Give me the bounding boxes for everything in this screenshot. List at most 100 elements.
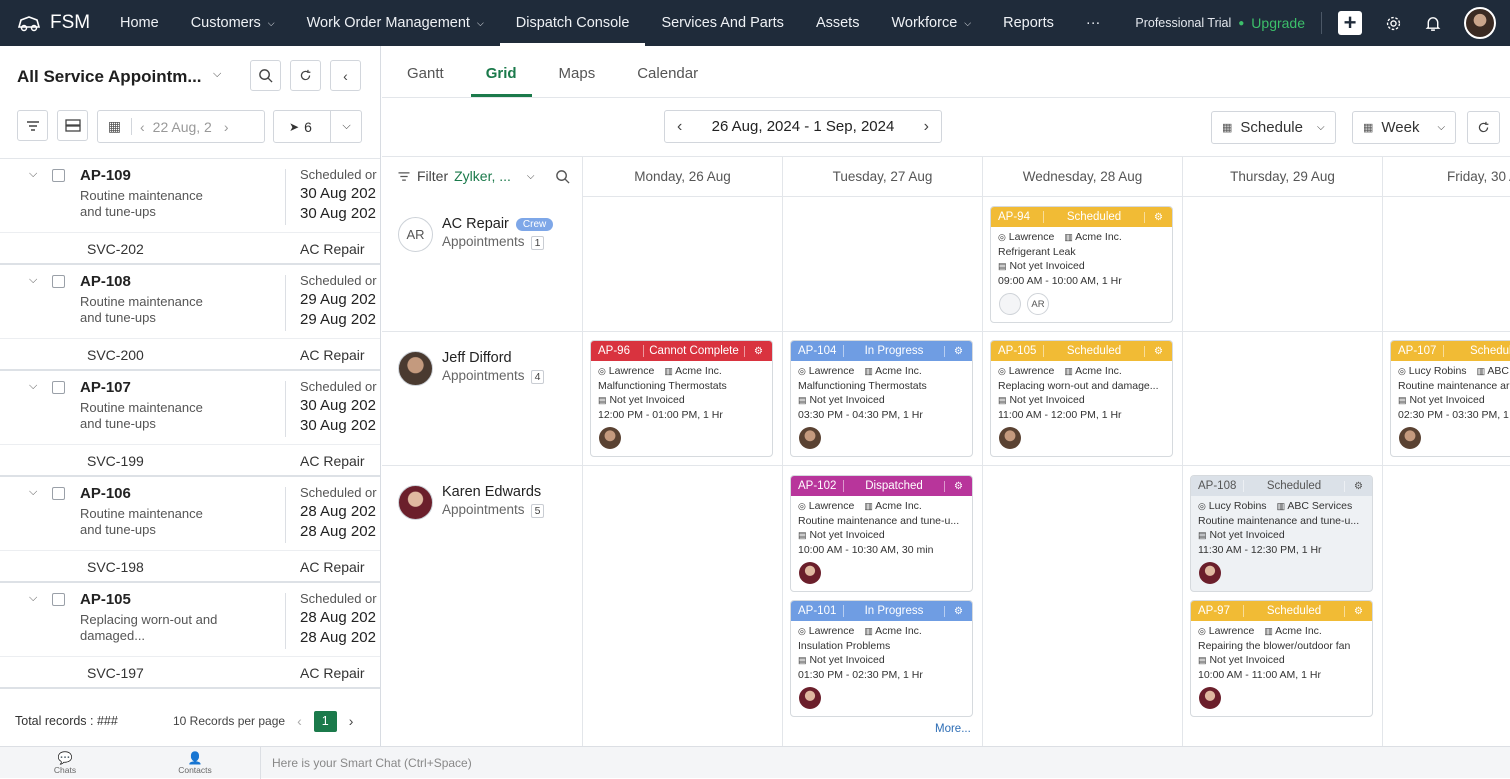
- next-date-button[interactable]: ›: [224, 119, 229, 135]
- resource-name[interactable]: Karen Edwards: [442, 484, 541, 500]
- list-item[interactable]: ⌵ AP-109 Routine maintenance and tune-up…: [0, 159, 380, 233]
- appointment-card[interactable]: AP-94 Scheduled ⚙ ◎ Lawrence ▥ Acme Inc. …: [990, 206, 1173, 323]
- appointment-id[interactable]: AP-107: [80, 379, 131, 396]
- status-gear-icon[interactable]: ⚙: [1344, 605, 1372, 617]
- resource-name[interactable]: Jeff Difford: [442, 350, 512, 366]
- layout-toggle-button[interactable]: [57, 110, 88, 141]
- tab-grid[interactable]: Grid: [470, 65, 532, 97]
- prev-date-button[interactable]: ‹: [140, 119, 145, 135]
- week-dropdown[interactable]: ▦ Week ⌵: [1352, 111, 1457, 144]
- smart-chat-input[interactable]: Here is your Smart Chat (Ctrl+Space): [260, 747, 1480, 779]
- chats-button[interactable]: 💬 Chats: [0, 751, 130, 775]
- status-gear-icon[interactable]: ⚙: [1344, 480, 1372, 492]
- upgrade-link[interactable]: Upgrade: [1251, 15, 1305, 31]
- row-checkbox[interactable]: [52, 593, 65, 606]
- user-avatar[interactable]: [1464, 7, 1496, 39]
- status-gear-icon[interactable]: ⚙: [944, 480, 972, 492]
- nav-item-7[interactable]: Reports: [987, 0, 1070, 46]
- service-id[interactable]: SVC-200: [87, 347, 144, 363]
- chevron-down-icon[interactable]: ⌵: [527, 171, 535, 182]
- nav-item-1[interactable]: Customers ⌵: [175, 0, 291, 46]
- appointment-card[interactable]: AP-102 Dispatched ⚙ ◎ Lawrence ▥ Acme Inc…: [790, 475, 973, 592]
- app-logo[interactable]: FSM: [0, 12, 104, 34]
- list-view-title[interactable]: All Service Appointm...: [17, 67, 207, 87]
- status-gear-icon[interactable]: ⚙: [744, 345, 772, 357]
- status-gear-icon[interactable]: ⚙: [1144, 345, 1172, 357]
- search-button[interactable]: [250, 60, 281, 91]
- card-id[interactable]: AP-107: [1398, 345, 1444, 357]
- appointment-card[interactable]: AP-97 Scheduled ⚙ ◎ Lawrence ▥ Acme Inc. …: [1190, 600, 1373, 717]
- grid-refresh-button[interactable]: [1467, 111, 1500, 144]
- list-item[interactable]: ⌵ AP-108 Routine maintenance and tune-up…: [0, 265, 380, 339]
- current-page[interactable]: 1: [313, 710, 337, 732]
- service-id[interactable]: SVC-197: [87, 665, 144, 681]
- tab-gantt[interactable]: Gantt: [392, 65, 459, 97]
- resource-name[interactable]: AC Repair: [442, 216, 509, 232]
- next-week-button[interactable]: ›: [924, 118, 929, 136]
- appointment-card[interactable]: AP-96 Cannot Complete ⚙ ◎ Lawrence ▥ Acme…: [590, 340, 773, 457]
- appointment-card[interactable]: AP-107 Schedule ⚙ ◎ Lucy Robins ▥ ABC Rou…: [1390, 340, 1510, 457]
- nav-item-0[interactable]: Home: [104, 0, 175, 46]
- chevron-down-icon[interactable]: ⌵: [29, 168, 37, 181]
- quick-create-button[interactable]: +: [1338, 10, 1362, 35]
- collapse-panel-button[interactable]: ‹: [330, 60, 361, 91]
- appointment-id[interactable]: AP-109: [80, 167, 131, 184]
- resource-filter[interactable]: Filter Zylker, ... ⌵: [397, 168, 570, 184]
- dispatch-count-button[interactable]: ➤ 6 ⌵: [273, 110, 362, 143]
- chevron-down-icon[interactable]: ⌵: [29, 486, 37, 499]
- status-gear-icon[interactable]: ⚙: [944, 605, 972, 617]
- list-item[interactable]: ⌵ AP-107 Routine maintenance and tune-up…: [0, 371, 380, 445]
- settings-gear-icon[interactable]: [1384, 14, 1402, 32]
- date-field[interactable]: 22 Aug, 2: [153, 119, 212, 135]
- chevron-down-icon[interactable]: ⌵: [29, 380, 37, 393]
- status-gear-icon[interactable]: ⚙: [944, 345, 972, 357]
- next-page-button[interactable]: ›: [349, 713, 354, 729]
- prev-page-button[interactable]: ‹: [297, 713, 302, 729]
- appointment-card[interactable]: AP-108 Scheduled ⚙ ◎ Lucy Robins ▥ ABC Se…: [1190, 475, 1373, 592]
- filter-button[interactable]: [17, 110, 48, 141]
- schedule-dropdown[interactable]: ▦ Schedule ⌵: [1211, 111, 1336, 144]
- card-id[interactable]: AP-104: [798, 345, 844, 357]
- filter-value[interactable]: Zylker, ...: [454, 168, 511, 184]
- chevron-down-icon[interactable]: ⌵: [29, 592, 37, 605]
- notification-bell-icon[interactable]: [1424, 14, 1442, 32]
- appointment-card[interactable]: AP-101 In Progress ⚙ ◎ Lawrence ▥ Acme In…: [790, 600, 973, 717]
- status-gear-icon[interactable]: ⚙: [1144, 211, 1172, 223]
- appointment-id[interactable]: AP-108: [80, 273, 131, 290]
- card-id[interactable]: AP-108: [1198, 480, 1244, 492]
- nav-item-6[interactable]: Workforce ⌵: [875, 0, 987, 46]
- records-per-page[interactable]: 10 Records per page: [173, 714, 285, 728]
- service-id[interactable]: SVC-202: [87, 241, 144, 257]
- card-id[interactable]: AP-105: [998, 345, 1044, 357]
- service-id[interactable]: SVC-198: [87, 559, 144, 575]
- nav-item-4[interactable]: Services And Parts: [645, 0, 800, 46]
- card-id[interactable]: AP-96: [598, 345, 644, 357]
- view-dropdown-chevron-icon[interactable]: ⌵: [213, 68, 221, 81]
- nav-item-3[interactable]: Dispatch Console: [499, 0, 646, 46]
- refresh-button[interactable]: [290, 60, 321, 91]
- row-checkbox[interactable]: [52, 275, 65, 288]
- nav-item-2[interactable]: Work Order Management ⌵: [291, 0, 500, 46]
- nav-item-5[interactable]: Assets: [800, 0, 876, 46]
- card-id[interactable]: AP-101: [798, 605, 844, 617]
- appointment-id[interactable]: AP-105: [80, 591, 131, 608]
- appointment-card[interactable]: AP-105 Scheduled ⚙ ◎ Lawrence ▥ Acme Inc.…: [990, 340, 1173, 457]
- appointment-card[interactable]: AP-104 In Progress ⚙ ◎ Lawrence ▥ Acme In…: [790, 340, 973, 457]
- prev-week-button[interactable]: ‹: [677, 118, 682, 136]
- row-checkbox[interactable]: [52, 487, 65, 500]
- nav-item-8[interactable]: ···: [1070, 0, 1117, 46]
- chevron-down-icon[interactable]: ⌵: [29, 274, 37, 287]
- contacts-button[interactable]: 👤 Contacts: [130, 751, 260, 775]
- row-checkbox[interactable]: [52, 169, 65, 182]
- chevron-down-icon[interactable]: ⌵: [330, 111, 362, 142]
- card-id[interactable]: AP-97: [1198, 605, 1244, 617]
- search-icon[interactable]: [555, 169, 570, 184]
- card-id[interactable]: AP-94: [998, 211, 1044, 223]
- service-id[interactable]: SVC-199: [87, 453, 144, 469]
- card-id[interactable]: AP-102: [798, 480, 844, 492]
- list-item[interactable]: ⌵ AP-105 Replacing worn-out and damaged.…: [0, 583, 380, 657]
- appointment-id[interactable]: AP-106: [80, 485, 131, 502]
- date-range-picker[interactable]: ‹ 26 Aug, 2024 - 1 Sep, 2024 ›: [664, 110, 942, 143]
- more-link[interactable]: More...: [935, 723, 971, 735]
- tab-calendar[interactable]: Calendar: [622, 65, 713, 97]
